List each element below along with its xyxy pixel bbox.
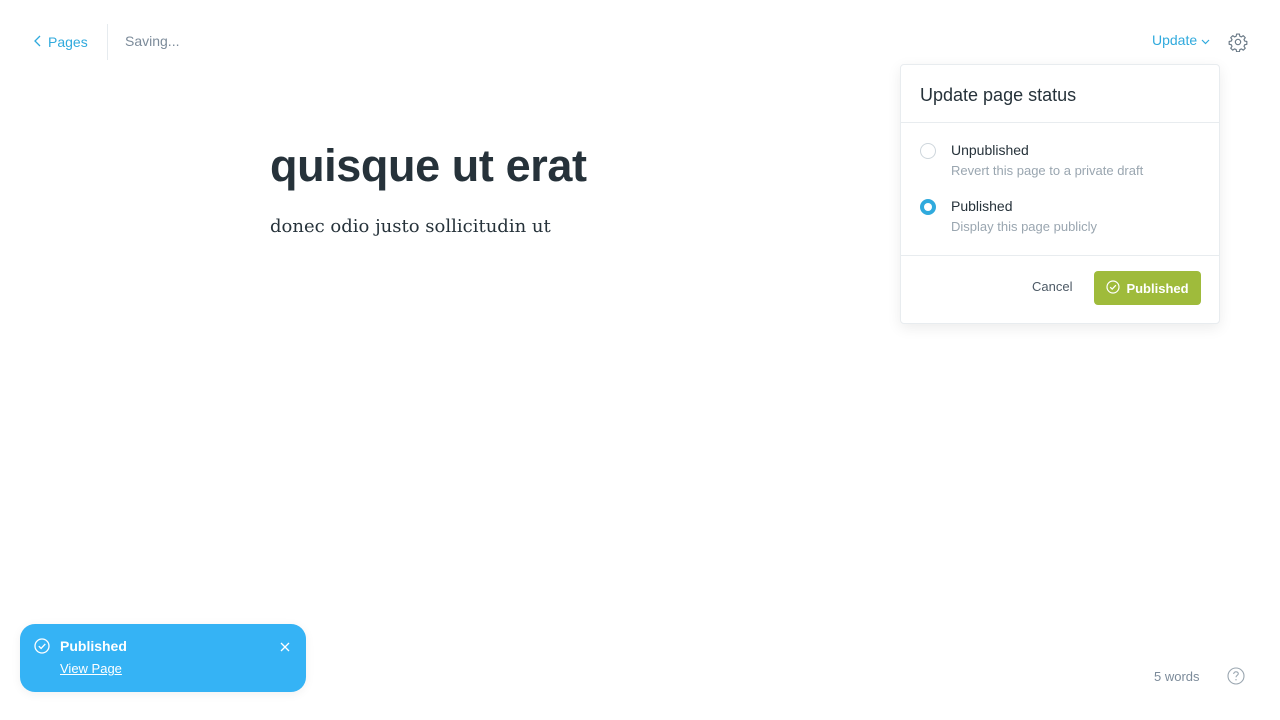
radio-published[interactable]: [920, 199, 936, 215]
radio-option-published[interactable]: Published Display this page publicly: [920, 197, 1200, 241]
back-link-label: Pages: [48, 34, 88, 50]
publish-button-label: Published: [1126, 280, 1189, 296]
header-divider: [107, 24, 108, 60]
option-label: Unpublished: [951, 142, 1029, 158]
post-body[interactable]: donec odio justo sollicitudin ut: [270, 216, 551, 237]
check-circle-icon: [1106, 279, 1126, 297]
chevron-down-icon: [1197, 32, 1210, 48]
popover-divider: [901, 122, 1219, 123]
published-notification: Published View Page: [20, 624, 306, 692]
option-label: Published: [951, 198, 1013, 214]
settings-button[interactable]: [1228, 32, 1248, 53]
check-circle-icon: [34, 638, 50, 659]
update-dropdown-button[interactable]: Update: [1152, 32, 1210, 48]
chevron-left-icon: [34, 34, 48, 50]
update-label: Update: [1152, 32, 1198, 48]
word-count: 5 words: [1154, 669, 1200, 684]
help-button[interactable]: [1227, 667, 1245, 685]
post-title[interactable]: quisque ut erat: [270, 140, 587, 192]
popover-divider: [901, 255, 1219, 256]
view-page-link[interactable]: View Page: [60, 661, 122, 676]
cancel-button[interactable]: Cancel: [1032, 279, 1072, 294]
notification-title: Published: [60, 638, 127, 654]
help-icon: [1227, 667, 1245, 689]
save-status: Saving...: [125, 33, 180, 49]
gear-icon: [1228, 33, 1248, 56]
close-icon: [278, 641, 292, 658]
radio-unpublished[interactable]: [920, 143, 936, 159]
radio-option-unpublished[interactable]: Unpublished Revert this page to a privat…: [920, 141, 1200, 185]
back-to-pages-link[interactable]: Pages: [34, 31, 88, 53]
option-description: Display this page publicly: [951, 219, 1097, 234]
update-status-popover: Update page status Unpublished Revert th…: [900, 64, 1220, 324]
publish-button[interactable]: Published: [1094, 271, 1201, 305]
option-description: Revert this page to a private draft: [951, 163, 1144, 178]
popover-title: Update page status: [920, 85, 1077, 105]
close-notification-button[interactable]: [278, 640, 292, 654]
